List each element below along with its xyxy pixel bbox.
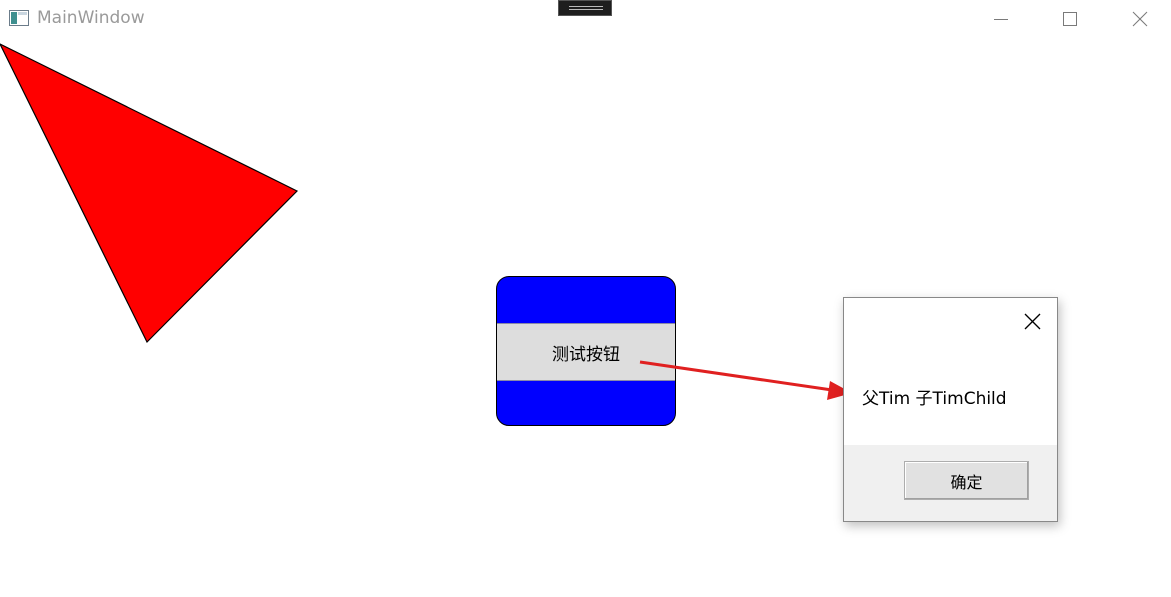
close-icon [1132,11,1148,27]
maximize-icon [1063,12,1077,26]
minimize-icon [994,19,1008,20]
ok-button[interactable]: 确定 [904,461,1029,500]
close-icon [1024,313,1041,330]
test-button-label: 测试按钮 [497,323,675,381]
red-triangle-shape [0,43,299,344]
close-button[interactable] [1117,0,1163,38]
message-box-close-button[interactable] [1016,306,1048,336]
debug-toolbar-handle[interactable] [558,0,612,16]
test-button[interactable]: 测试按钮 [496,276,676,426]
message-box-text: 父Tim 子TimChild [862,389,1007,409]
main-window: MainWindow 测试按钮 父Tim 子TimChild 确定 [0,0,1171,597]
message-box-footer: 确定 [844,445,1057,521]
minimize-button[interactable] [978,0,1024,38]
message-box-dialog: 父Tim 子TimChild 确定 [843,297,1058,522]
maximize-button[interactable] [1047,0,1093,38]
